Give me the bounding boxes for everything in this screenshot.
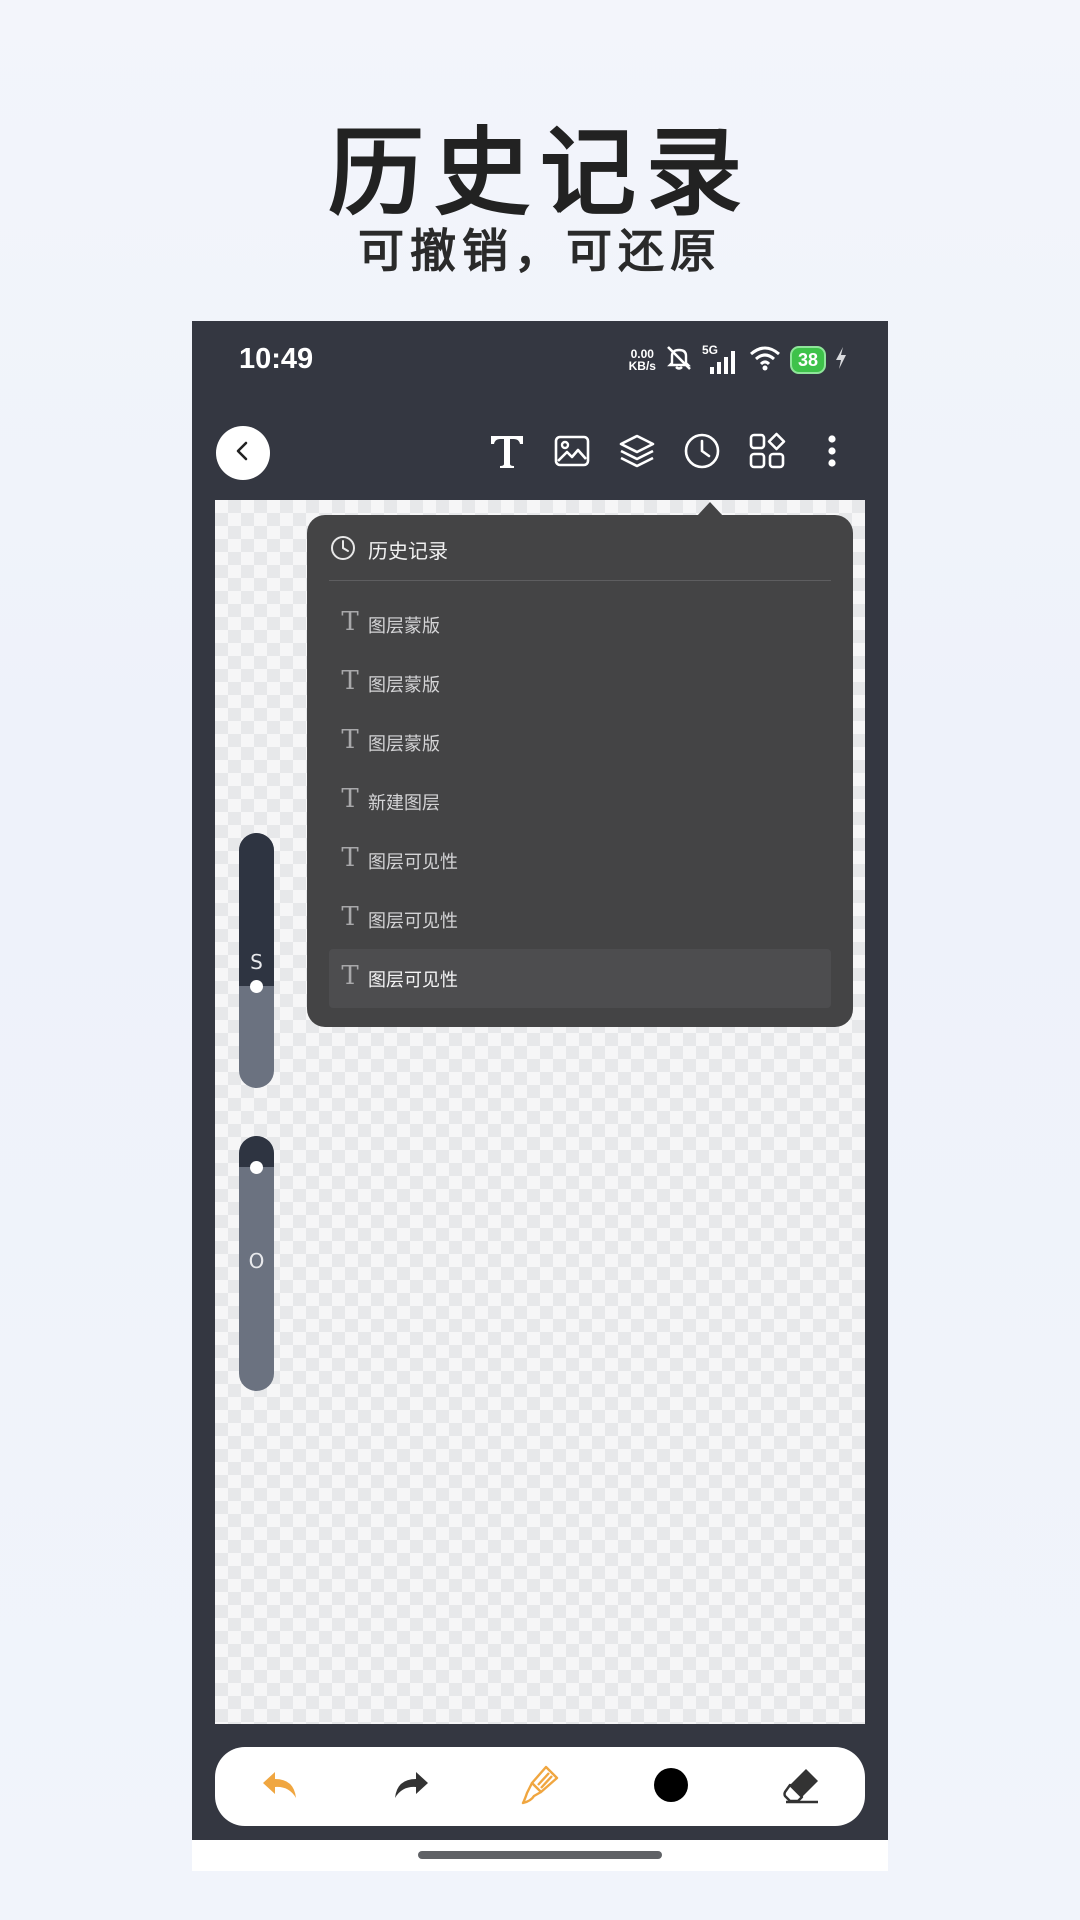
color-button[interactable]	[648, 1764, 694, 1810]
home-indicator[interactable]	[418, 1851, 662, 1859]
bottom-toolbar	[215, 1747, 865, 1826]
apps-button[interactable]	[744, 430, 790, 476]
brush-button[interactable]	[518, 1764, 564, 1810]
text-icon	[487, 431, 527, 475]
brush-icon	[519, 1763, 563, 1811]
history-item[interactable]: T 新建图层	[329, 772, 831, 831]
cellular-group: 5G	[702, 343, 740, 375]
status-bar: 10:49 0.00 KB/s 5G 38	[192, 321, 888, 401]
home-strip	[192, 1840, 888, 1871]
text-layer-icon: T	[341, 784, 359, 814]
image-tool-button[interactable]	[549, 430, 595, 476]
net-speed-unit: KB/s	[628, 359, 656, 373]
net-speed: 0.00 KB/s	[629, 348, 656, 372]
text-layer-icon: T	[341, 607, 359, 637]
status-icons: 0.00 KB/s 5G 38	[629, 343, 848, 377]
history-item-label: 图层可见性	[368, 911, 458, 932]
undo-button[interactable]	[257, 1764, 303, 1810]
history-item-label: 图层可见性	[368, 852, 458, 873]
charging-icon	[834, 346, 848, 374]
promo-subtitle: 可撤销，可还原	[358, 224, 722, 278]
more-button[interactable]	[809, 430, 855, 476]
history-icon	[330, 535, 356, 561]
apps-icon	[747, 431, 787, 475]
text-layer-icon: T	[341, 902, 359, 932]
battery-icon: 38	[789, 346, 826, 374]
text-layer-icon: T	[341, 725, 359, 755]
text-layer-icon: T	[341, 961, 359, 991]
opacity-slider[interactable]: O	[239, 1136, 274, 1391]
history-item-label: 图层蒙版	[368, 675, 440, 696]
history-list: T 图层蒙版 T 图层蒙版 T 图层蒙版 T 新建图层 T 图层可见性 T 图层可见性 T 图层可见性	[329, 595, 831, 1008]
color-icon	[653, 1767, 689, 1807]
undo-icon	[260, 1768, 300, 1806]
history-icon	[682, 431, 722, 475]
history-item-label: 图层蒙版	[368, 616, 440, 637]
promo-title: 历史记录	[328, 116, 752, 229]
top-toolbar	[192, 416, 888, 496]
signal-icon	[708, 349, 740, 379]
history-item-label: 图层可见性	[368, 970, 458, 991]
redo-icon	[391, 1768, 431, 1806]
history-panel-divider	[329, 580, 831, 581]
history-item[interactable]: T 图层可见性	[329, 890, 831, 949]
layers-icon	[617, 431, 657, 475]
size-slider-label: S	[250, 950, 263, 974]
history-item[interactable]: T 图层蒙版	[329, 595, 831, 654]
layers-button[interactable]	[614, 430, 660, 476]
more-icon	[825, 431, 839, 475]
mute-icon	[664, 344, 694, 376]
history-item[interactable]: T 图层可见性	[329, 949, 831, 1008]
phone-screen: 10:49 0.00 KB/s 5G 38 S O 历史记录 T 图层蒙版 T …	[192, 321, 888, 1871]
eraser-button[interactable]	[779, 1764, 825, 1810]
size-slider-knob[interactable]	[250, 980, 263, 993]
text-layer-icon: T	[341, 666, 359, 696]
back-button[interactable]	[216, 426, 270, 480]
back-icon	[231, 439, 255, 467]
history-item-label: 新建图层	[368, 793, 440, 814]
history-item-label: 图层蒙版	[368, 734, 440, 755]
status-time: 10:49	[239, 343, 314, 375]
opacity-slider-label: O	[248, 1249, 265, 1273]
size-slider[interactable]: S	[239, 833, 274, 1088]
history-panel-title: 历史记录	[368, 539, 448, 563]
eraser-icon	[782, 1765, 822, 1809]
text-layer-icon: T	[341, 843, 359, 873]
redo-button[interactable]	[388, 1764, 434, 1810]
image-icon	[553, 432, 591, 474]
history-button[interactable]	[679, 430, 725, 476]
history-panel-pointer	[697, 502, 723, 516]
history-panel-header: 历史记录	[307, 515, 853, 580]
history-item[interactable]: T 图层可见性	[329, 831, 831, 890]
history-item[interactable]: T 图层蒙版	[329, 713, 831, 772]
text-tool-button[interactable]	[484, 430, 530, 476]
opacity-slider-knob[interactable]	[250, 1161, 263, 1174]
history-item[interactable]: T 图层蒙版	[329, 654, 831, 713]
history-panel: 历史记录 T 图层蒙版 T 图层蒙版 T 图层蒙版 T 新建图层 T 图层可见性 T 图层可见性 T 图层…	[307, 515, 853, 1027]
wifi-icon	[748, 344, 782, 376]
